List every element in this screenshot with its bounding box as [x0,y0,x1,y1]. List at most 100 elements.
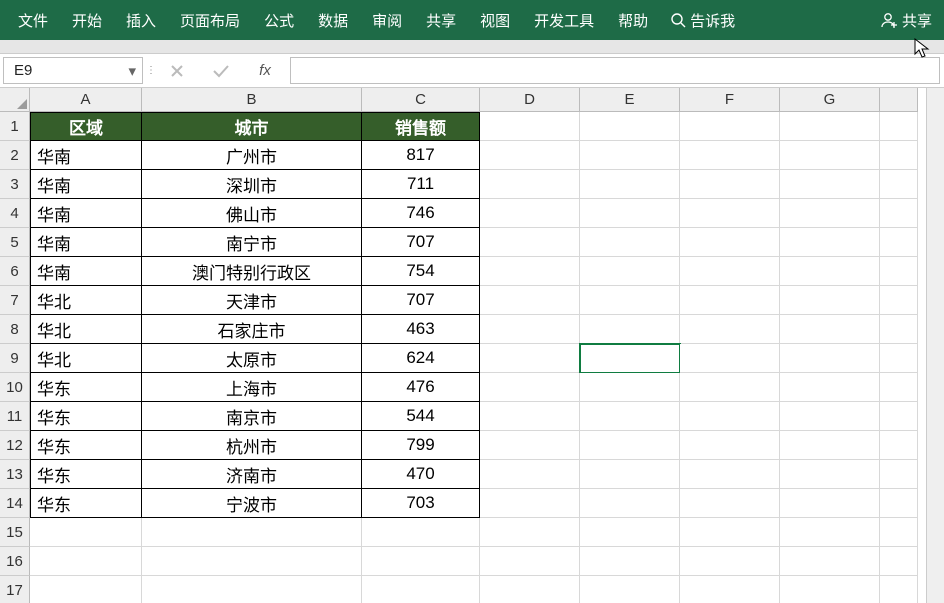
cell-F17[interactable] [680,576,780,603]
cell-G9[interactable] [780,344,880,373]
row-header[interactable]: 12 [0,431,30,460]
cell-C3[interactable]: 711 [362,170,480,199]
cell-A14[interactable]: 华东 [30,489,142,518]
cancel-formula-button[interactable] [155,54,199,87]
cell-D5[interactable] [480,228,580,257]
cell-B13[interactable]: 济南市 [142,460,362,489]
cell-G5[interactable] [780,228,880,257]
ribbon-tab-review[interactable]: 审阅 [360,10,414,31]
cell-A11[interactable]: 华东 [30,402,142,431]
share-button[interactable]: 共享 [874,10,938,31]
cell-C13[interactable]: 470 [362,460,480,489]
cell-C4[interactable]: 746 [362,199,480,228]
cell[interactable] [880,489,918,518]
cell-C10[interactable]: 476 [362,373,480,402]
cell-G6[interactable] [780,257,880,286]
cell[interactable] [880,141,918,170]
cell-A17[interactable] [30,576,142,603]
cell[interactable] [880,170,918,199]
cell-B8[interactable]: 石家庄市 [142,315,362,344]
cell-E15[interactable] [580,518,680,547]
row-header[interactable]: 3 [0,170,30,199]
cell-D10[interactable] [480,373,580,402]
cell-A12[interactable]: 华东 [30,431,142,460]
cell[interactable] [880,257,918,286]
cell-E2[interactable] [580,141,680,170]
ribbon-tab-file[interactable]: 文件 [6,10,60,31]
row-header[interactable]: 15 [0,518,30,547]
cell[interactable] [880,518,918,547]
cell[interactable] [880,547,918,576]
cell-B6[interactable]: 澳门特别行政区 [142,257,362,286]
row-header[interactable]: 7 [0,286,30,315]
cell-G7[interactable] [780,286,880,315]
cell-G2[interactable] [780,141,880,170]
cell-B3[interactable]: 深圳市 [142,170,362,199]
cell[interactable] [880,315,918,344]
cell-F1[interactable] [680,112,780,141]
cell-E3[interactable] [580,170,680,199]
column-header[interactable]: A [30,88,142,112]
row-header[interactable]: 16 [0,547,30,576]
cell-F13[interactable] [680,460,780,489]
cell-A3[interactable]: 华南 [30,170,142,199]
cell-D4[interactable] [480,199,580,228]
tellme-button[interactable]: 告诉我 [660,10,745,31]
cell-F7[interactable] [680,286,780,315]
cell-D3[interactable] [480,170,580,199]
cell-A8[interactable]: 华北 [30,315,142,344]
cell-E14[interactable] [580,489,680,518]
row-header[interactable]: 14 [0,489,30,518]
row-header[interactable]: 8 [0,315,30,344]
cell-F10[interactable] [680,373,780,402]
cell-C1[interactable]: 销售额 [362,112,480,141]
cell-C16[interactable] [362,547,480,576]
cell-F5[interactable] [680,228,780,257]
cell-G14[interactable] [780,489,880,518]
cell-G11[interactable] [780,402,880,431]
cell[interactable] [880,373,918,402]
cell-C7[interactable]: 707 [362,286,480,315]
cell-A10[interactable]: 华东 [30,373,142,402]
cell-G10[interactable] [780,373,880,402]
ribbon-tab-home[interactable]: 开始 [60,10,114,31]
cell-D8[interactable] [480,315,580,344]
cell-G1[interactable] [780,112,880,141]
cell-E8[interactable] [580,315,680,344]
cell-C2[interactable]: 817 [362,141,480,170]
cell-A9[interactable]: 华北 [30,344,142,373]
cell-C14[interactable]: 703 [362,489,480,518]
cell-A16[interactable] [30,547,142,576]
cell-B15[interactable] [142,518,362,547]
row-header[interactable]: 17 [0,576,30,603]
cell-G17[interactable] [780,576,880,603]
cell-F16[interactable] [680,547,780,576]
cell[interactable] [880,112,918,141]
cell-F14[interactable] [680,489,780,518]
column-header[interactable]: C [362,88,480,112]
column-header[interactable]: E [580,88,680,112]
cell-B10[interactable]: 上海市 [142,373,362,402]
cell-A1[interactable]: 区域 [30,112,142,141]
row-header[interactable]: 2 [0,141,30,170]
column-header[interactable]: G [780,88,880,112]
cell-E4[interactable] [580,199,680,228]
row-header[interactable]: 10 [0,373,30,402]
cell-D7[interactable] [480,286,580,315]
cell-B7[interactable]: 天津市 [142,286,362,315]
cell-A7[interactable]: 华北 [30,286,142,315]
cell-E16[interactable] [580,547,680,576]
cell[interactable] [880,431,918,460]
enter-formula-button[interactable] [199,54,243,87]
cell-B16[interactable] [142,547,362,576]
cell-B12[interactable]: 杭州市 [142,431,362,460]
cell-E5[interactable] [580,228,680,257]
cell-F6[interactable] [680,257,780,286]
cell-G16[interactable] [780,547,880,576]
cell-E10[interactable] [580,373,680,402]
column-header[interactable] [880,88,918,112]
fx-button[interactable]: fx [243,54,287,87]
cell-B1[interactable]: 城市 [142,112,362,141]
cell-B17[interactable] [142,576,362,603]
cell-F15[interactable] [680,518,780,547]
